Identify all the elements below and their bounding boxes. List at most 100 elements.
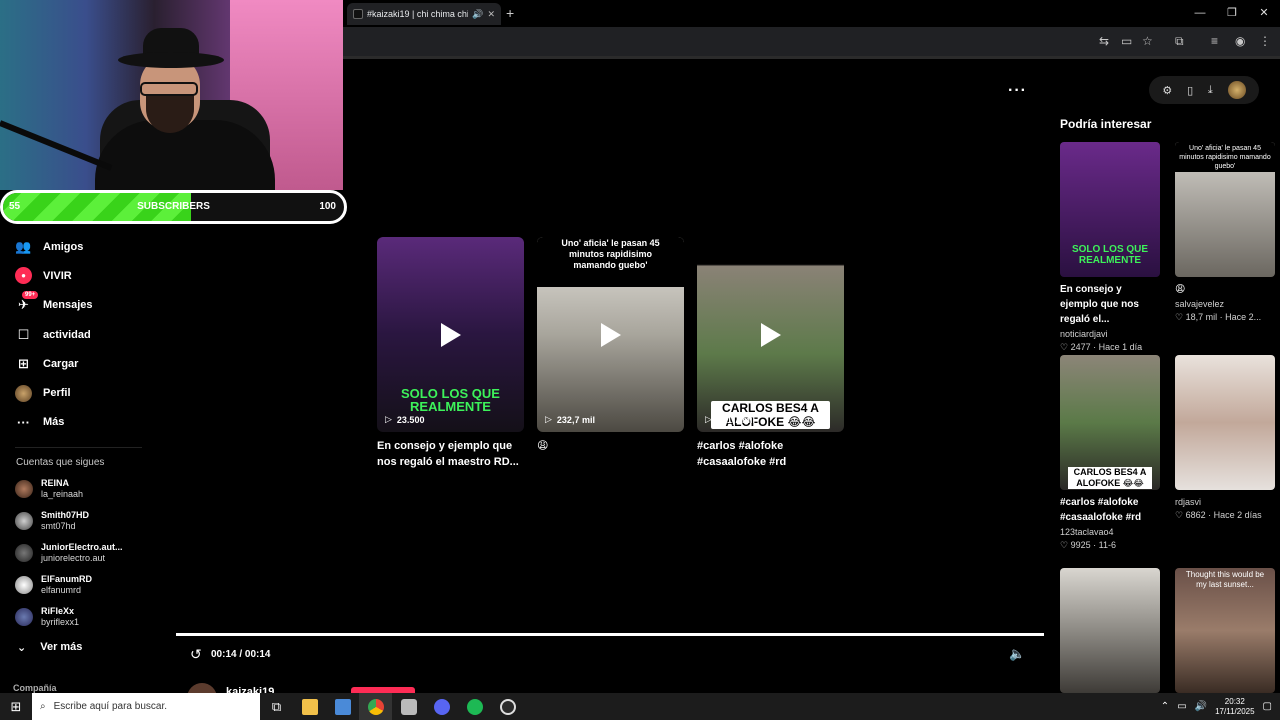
sidebar-item-vivir[interactable]: ● VIVIR bbox=[0, 261, 170, 290]
suggestion-card[interactable]: Uno' aficia' le pasan 45 minutos rapidis… bbox=[1175, 142, 1275, 323]
file-explorer-icon[interactable] bbox=[293, 693, 326, 720]
audio-icon[interactable]: 🔊 bbox=[472, 9, 483, 20]
video-card[interactable]: SOLO LOS QUE REALMENTE ▷ 23.500 En consej… bbox=[377, 237, 524, 470]
video-title[interactable]: 😩 bbox=[537, 438, 684, 454]
messages-badge: 99+ bbox=[22, 290, 39, 299]
user-avatar[interactable] bbox=[1227, 81, 1246, 99]
tray-chevron-icon[interactable]: ⌃ bbox=[1161, 701, 1169, 712]
video-title[interactable]: En consejo y ejemplo que nos regaló el m… bbox=[377, 438, 524, 470]
suggestion-card[interactable]: SOLO LOS QUE REALMENTE En consejo y ejem… bbox=[1060, 142, 1160, 353]
discord-icon[interactable] bbox=[425, 693, 458, 720]
video-card[interactable]: Uno' aficia' le pasan 45 minutos rapidis… bbox=[537, 237, 684, 454]
video-thumbnail[interactable]: Uno' aficia' le pasan 45 minutos rapidis… bbox=[537, 237, 684, 432]
close-window-button[interactable]: ✕ bbox=[1248, 0, 1280, 27]
spotify-icon[interactable] bbox=[458, 693, 491, 720]
volume-icon[interactable]: 🔈 bbox=[1009, 646, 1025, 662]
thumbnail-overlay-text: Uno' aficia' le pasan 45 minutos rapidis… bbox=[537, 237, 684, 287]
following-account[interactable]: JuniorElectro.aut... juniorelectro.aut bbox=[15, 542, 123, 564]
mic-arm bbox=[0, 120, 113, 171]
streamer-body bbox=[95, 120, 275, 190]
task-view-icon[interactable]: ⧉ bbox=[260, 693, 293, 720]
restore-button[interactable]: ❐ bbox=[1216, 0, 1248, 27]
app-icon[interactable] bbox=[392, 693, 425, 720]
suggestion-caption[interactable]: #carlos #alofoke #casaalofoke #rd bbox=[1060, 495, 1160, 525]
minimize-button[interactable]: — bbox=[1184, 0, 1216, 27]
network-icon[interactable]: ▭ bbox=[1177, 701, 1186, 712]
volume-tray-icon[interactable]: 🔊 bbox=[1195, 701, 1207, 712]
suggestion-card[interactable] bbox=[1060, 568, 1160, 693]
sidebar-item-amigos[interactable]: 👥 Amigos bbox=[0, 232, 170, 261]
more-options-icon[interactable]: ··· bbox=[1008, 82, 1027, 100]
subscriber-goal: 100 bbox=[319, 201, 336, 212]
suggestion-thumbnail[interactable]: CARLOS BES4 A ALOFOKE 😂😂 bbox=[1060, 355, 1160, 490]
replay-icon[interactable]: ↺ bbox=[190, 646, 202, 663]
cast-icon[interactable]: ▭ bbox=[1121, 34, 1132, 48]
suggestion-card[interactable]: rdjasvi ♡ 6862 · Hace 2 días bbox=[1175, 355, 1275, 521]
suggestion-caption[interactable]: En consejo y ejemplo que nos regaló el..… bbox=[1060, 282, 1160, 327]
suggestion-caption[interactable]: 😩 bbox=[1175, 282, 1275, 297]
following-account[interactable]: ElFanumRD elfanumrd bbox=[15, 574, 92, 596]
account-handle: smt07hd bbox=[41, 521, 76, 531]
account-handle: byriflexx1 bbox=[41, 617, 80, 627]
following-account[interactable]: RiFleXx byriflexx1 bbox=[15, 606, 79, 628]
suggestion-thumbnail[interactable]: SOLO LOS QUE REALMENTE bbox=[1060, 142, 1160, 277]
obs-icon[interactable] bbox=[491, 693, 524, 720]
sidebar-item-mensajes[interactable]: ✈ 99+ Mensajes bbox=[0, 290, 170, 320]
see-more-button[interactable]: ⌄ Ver más bbox=[17, 641, 82, 654]
suggestion-thumbnail[interactable] bbox=[1175, 355, 1275, 490]
profile-avatar-icon[interactable]: ◉ bbox=[1235, 34, 1245, 48]
company-link[interactable]: Compañía bbox=[13, 683, 57, 693]
close-tab-icon[interactable]: ✕ bbox=[487, 9, 495, 20]
account-handle: juniorelectro.aut bbox=[41, 553, 106, 563]
new-tab-button[interactable]: + bbox=[506, 5, 514, 21]
windows-start-icon[interactable]: ⊞ bbox=[0, 699, 32, 715]
sidebar-item-label: Amigos bbox=[43, 240, 84, 253]
sidebar-item-cargar[interactable]: ⊞ Cargar bbox=[0, 349, 170, 378]
taskbar-clock[interactable]: 20:32 17/11/2025 bbox=[1215, 697, 1254, 717]
notifications-icon[interactable]: ▢ bbox=[1263, 701, 1272, 712]
suggestion-author[interactable]: salvajevelez bbox=[1175, 299, 1275, 309]
suggestion-likes: 2477 bbox=[1070, 342, 1091, 352]
extensions-icon[interactable]: ⧉ bbox=[1175, 34, 1184, 49]
subscriber-label: SUBSCRIBERS bbox=[137, 201, 210, 212]
download-icon[interactable]: ⤓ bbox=[1208, 84, 1213, 97]
account-handle: la_reinaah bbox=[41, 489, 84, 499]
store-icon[interactable] bbox=[326, 693, 359, 720]
chrome-icon[interactable] bbox=[359, 693, 392, 720]
activity-icon: ☐ bbox=[17, 326, 30, 342]
suggestion-author[interactable]: noticiardjavi bbox=[1060, 329, 1160, 339]
device-icon[interactable]: ▯ bbox=[1187, 84, 1193, 97]
suggestion-author[interactable]: 123taclavao4 bbox=[1060, 527, 1160, 537]
video-title[interactable]: #carlos #alofoke #casaalofoke #rd bbox=[697, 438, 844, 470]
video-thumbnail[interactable]: SOLO LOS QUE REALMENTE ▷ 23.500 bbox=[377, 237, 524, 432]
sidebar-item-actividad[interactable]: ☐ actividad bbox=[0, 320, 170, 349]
suggestion-card[interactable]: CARLOS BES4 A ALOFOKE 😂😂 #carlos #alofok… bbox=[1060, 355, 1160, 551]
streamer-glasses bbox=[140, 82, 198, 96]
browser-tab[interactable]: #kaizaki19 | chi chima chim 🔊 ✕ bbox=[347, 3, 501, 25]
suggestion-author[interactable]: rdjasvi bbox=[1175, 497, 1275, 507]
tiktok-favicon-icon bbox=[353, 9, 363, 19]
sidebar-item-label: Más bbox=[43, 416, 65, 429]
following-account[interactable]: Smith07HD smt07hd bbox=[15, 510, 89, 532]
following-account[interactable]: REINA la_reinaah bbox=[15, 478, 83, 500]
browser-menu-icon[interactable]: ⋮ bbox=[1259, 34, 1271, 48]
taskbar-search[interactable]: ⌕ Escribe aquí para buscar. bbox=[32, 693, 260, 720]
video-card[interactable]: CARLOS BES4 A ALOFOKE 😂😂 ▷ 161,7 mil #car… bbox=[697, 237, 844, 470]
see-more-label: Ver más bbox=[40, 641, 83, 653]
suggestion-thumbnail[interactable]: Uno' aficia' le pasan 45 minutos rapidis… bbox=[1175, 142, 1275, 277]
sidebar-item-perfil[interactable]: Perfil bbox=[0, 378, 170, 407]
suggestion-thumbnail[interactable] bbox=[1060, 568, 1160, 693]
video-thumbnail[interactable]: CARLOS BES4 A ALOFOKE 😂😂 ▷ 161,7 mil bbox=[697, 237, 844, 432]
suggestion-thumbnail[interactable]: Thought this would be my last sunset... bbox=[1175, 568, 1275, 693]
media-control-icon[interactable]: ≡ bbox=[1211, 34, 1218, 48]
bookmark-star-icon[interactable]: ☆ bbox=[1142, 34, 1153, 48]
sidebar-item-mas[interactable]: ··· Más bbox=[0, 408, 170, 437]
suggestion-card[interactable]: Thought this would be my last sunset... bbox=[1175, 568, 1275, 693]
settings-icon[interactable]: ⚙ bbox=[1162, 84, 1172, 97]
suggestion-meta: ♡ 6862 · Hace 2 días bbox=[1175, 510, 1262, 520]
play-icon bbox=[760, 322, 781, 347]
address-bar[interactable]: ⇆ ▭ ☆ ⧉ ≡ ◉ ⋮ bbox=[343, 27, 1280, 56]
video-progress-bar[interactable] bbox=[176, 633, 1044, 636]
account-avatar bbox=[15, 608, 33, 626]
translate-icon[interactable]: ⇆ bbox=[1099, 34, 1109, 48]
